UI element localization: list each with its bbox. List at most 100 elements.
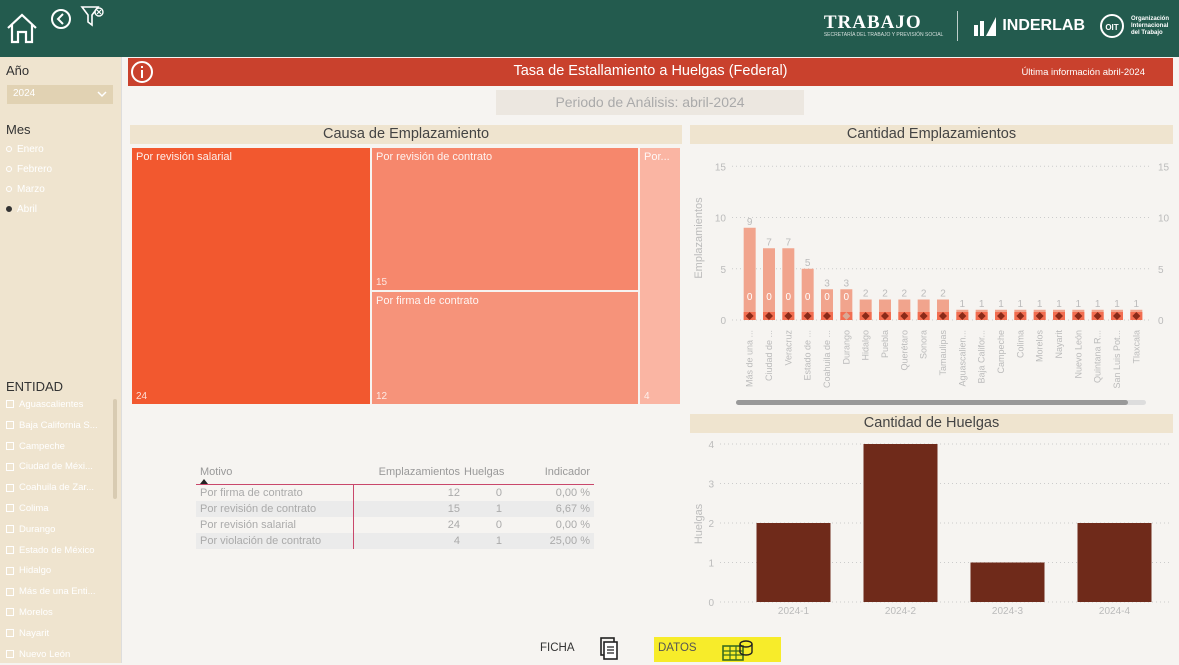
entity-option[interactable]: Aguascalientes [0, 395, 112, 416]
table-cell: 0,00 % [555, 519, 590, 531]
datos-button[interactable]: DATOS [654, 637, 781, 662]
ficha-label[interactable]: FICHA [540, 642, 575, 654]
checkbox-icon[interactable] [6, 608, 14, 617]
treemap-tile-revision-contrato[interactable]: Por revisión de contrato 15 [372, 148, 638, 290]
col-huelgas-header[interactable]: Huelgas [464, 462, 514, 482]
line-value-label: 0 [844, 292, 850, 303]
bar [1077, 523, 1152, 602]
filter-clear-icon[interactable] [80, 4, 106, 28]
checkbox-icon[interactable] [6, 400, 14, 409]
data-label: 2 [921, 289, 927, 300]
line-value-label: 0 [747, 292, 753, 303]
year-dropdown[interactable]: 2024 [7, 85, 113, 104]
category-label: Querétaro [899, 330, 909, 371]
col-emplazamientos-header[interactable]: Emplazamientos [354, 462, 464, 482]
checkbox-icon[interactable] [6, 504, 14, 513]
checkbox-icon[interactable] [6, 483, 14, 492]
entity-option-label: Morelos [19, 606, 53, 618]
entity-option[interactable]: Durango [0, 520, 112, 541]
table-cell: 0 [495, 519, 502, 531]
inderlab-mark-icon [974, 17, 997, 36]
entity-option[interactable]: Nayarit [0, 624, 112, 645]
month-option[interactable]: Abril [0, 200, 120, 220]
y-tick-label: 5 [720, 265, 726, 276]
category-label: Aguascalien... [957, 330, 967, 387]
entity-option[interactable]: Morelos [0, 603, 112, 624]
chart-horizontal-scrollbar[interactable] [736, 400, 1146, 405]
table-row[interactable]: Por revisión de contrato 15 1 6,67 % [196, 501, 594, 517]
checkbox-icon[interactable] [6, 566, 14, 575]
table-cell: 24 [447, 519, 460, 531]
checkbox-icon[interactable] [6, 442, 14, 451]
checkbox-icon[interactable] [6, 546, 14, 555]
page-title: Tasa de Estallamiento a Huelgas (Federal… [513, 63, 788, 79]
data-label: 1 [1037, 299, 1043, 310]
table-header-row: Motivo Emplazamientos Huelgas Indicador [196, 462, 594, 482]
checkbox-icon[interactable] [6, 629, 14, 638]
month-option[interactable]: Enero [0, 140, 120, 160]
table-row[interactable]: Por violación de contrato 4 1 25,00 % [196, 533, 594, 549]
motivo-table: Motivo Emplazamientos Huelgas Indicador … [196, 462, 594, 549]
data-label: 1 [979, 299, 985, 310]
table-body: Por firma de contrato 12 0 0,00 % Por revisi… [196, 485, 594, 549]
home-icon[interactable] [4, 10, 40, 46]
line-value-label: 0 [786, 292, 792, 303]
year-filter-label: Año [6, 63, 30, 78]
bar [756, 523, 831, 602]
data-label: 1 [998, 299, 1004, 310]
data-label: 3 [824, 278, 830, 289]
category-label: Nayarit [1054, 330, 1064, 359]
checkbox-icon[interactable] [6, 650, 14, 659]
category-label: Tlaxcala [1131, 330, 1141, 364]
analysis-period: Periodo de Análisis: abril-2024 [496, 90, 804, 115]
radio-button-icon[interactable] [6, 166, 12, 173]
y2-tick-label: 15 [1158, 162, 1170, 173]
category-label: Durango [841, 330, 851, 365]
back-circle-icon[interactable] [50, 8, 72, 30]
month-option-label: Marzo [17, 184, 45, 195]
table-row[interactable]: Por firma de contrato 12 0 0,00 % [196, 485, 594, 501]
checkbox-icon[interactable] [6, 462, 14, 471]
entity-option[interactable]: Hidalgo [0, 561, 112, 582]
data-label: 1 [1114, 299, 1120, 310]
col-motivo-header[interactable]: Motivo [196, 462, 354, 482]
radio-button-icon[interactable] [6, 206, 12, 213]
checkbox-icon[interactable] [6, 525, 14, 534]
entity-option-label: Ciudad de Méxi... [19, 461, 93, 473]
treemap-tile-revision-salarial[interactable]: Por revisión salarial 24 [132, 148, 370, 404]
entity-filter-label: ENTIDAD [6, 379, 64, 394]
col-indicador-header[interactable]: Indicador [514, 462, 594, 482]
document-icon[interactable] [598, 637, 620, 661]
entity-option[interactable]: Baja California S... [0, 416, 112, 437]
y-tick-label: 15 [715, 162, 727, 173]
entity-option[interactable]: Coahuila de Zar... [0, 478, 112, 499]
oit-emblem-icon: OIT [1100, 14, 1124, 38]
inderlab-logo: INDERLAB [972, 15, 1085, 37]
data-label: 1 [1095, 299, 1101, 310]
checkbox-icon[interactable] [6, 421, 14, 430]
entity-option[interactable]: Nuevo León [0, 645, 112, 665]
scrollbar-thumb[interactable] [736, 400, 1128, 405]
entity-option[interactable]: Ciudad de Méxi... [0, 457, 112, 478]
month-option[interactable]: Febrero [0, 160, 120, 180]
entity-option[interactable]: Más de una Enti... [0, 582, 112, 603]
table-row[interactable]: Por revisión salarial 24 0 0,00 % [196, 517, 594, 533]
entity-option[interactable]: Campeche [0, 437, 112, 458]
data-label: 9 [747, 217, 753, 228]
entity-option[interactable]: Estado de México [0, 541, 112, 562]
month-option[interactable]: Marzo [0, 180, 120, 200]
checkbox-icon[interactable] [6, 587, 14, 596]
radio-button-icon[interactable] [6, 186, 12, 193]
table-cell: 0 [495, 487, 502, 499]
entity-option[interactable]: Colima [0, 499, 112, 520]
radio-button-icon[interactable] [6, 146, 12, 153]
category-label: Hidalgo [861, 330, 871, 361]
treemap-tile-firma-contrato[interactable]: Por firma de contrato 12 [372, 292, 638, 404]
y2-tick-label: 0 [1158, 316, 1164, 327]
data-label: 2 [902, 289, 908, 300]
entity-list-scrollbar[interactable] [113, 399, 117, 499]
y-axis-title: Huelgas [693, 503, 705, 544]
table-cell: Por revisión de contrato [196, 501, 354, 517]
year-dropdown-value: 2024 [13, 88, 36, 99]
treemap-tile-violacion-contrato[interactable]: Por... 4 [640, 148, 680, 404]
